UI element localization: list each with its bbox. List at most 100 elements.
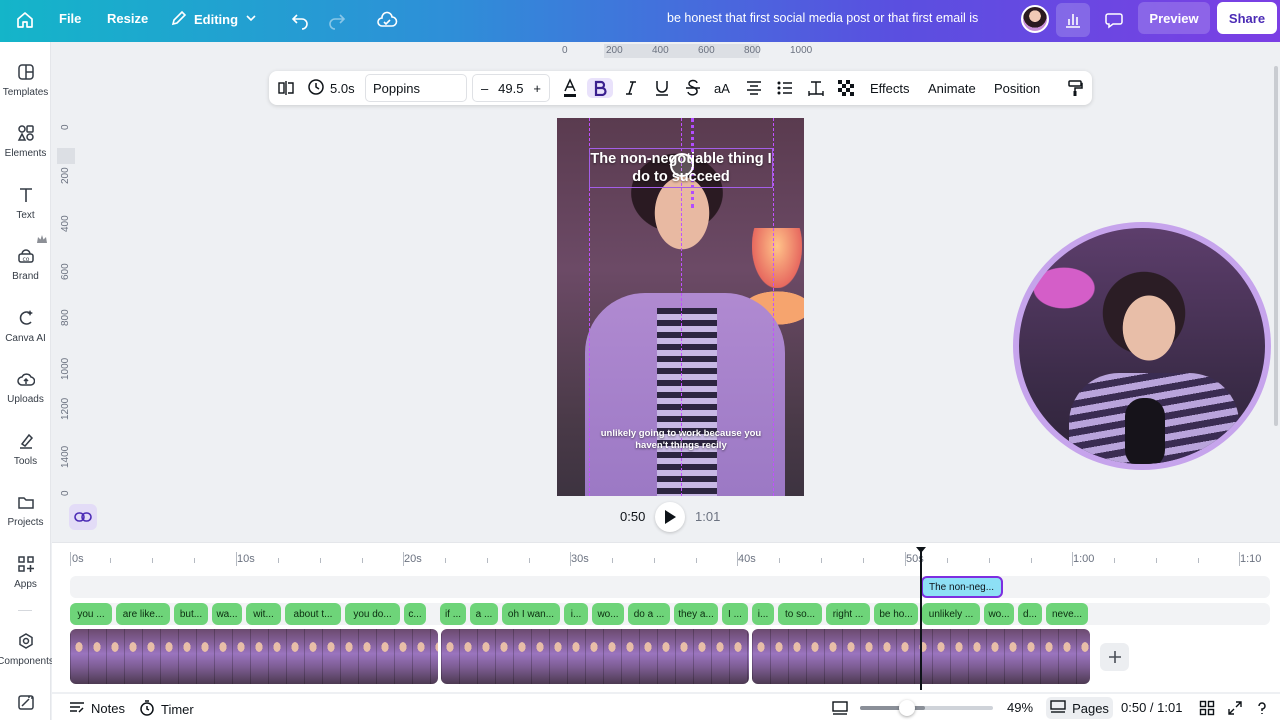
sidebar-item-tools[interactable]: Tools (0, 431, 51, 467)
caption-clip[interactable]: wo... (984, 603, 1014, 625)
increase-size-button[interactable]: + (533, 81, 541, 96)
caption-clip[interactable]: wa... (212, 603, 242, 625)
ruler-label: 0 (562, 45, 568, 56)
vertical-scrollbar[interactable] (1274, 66, 1278, 426)
preview-button[interactable]: Preview (1138, 2, 1210, 34)
caption-clip[interactable]: a ... (470, 603, 498, 625)
caption-clip[interactable]: I ... (722, 603, 748, 625)
redo-icon[interactable] (327, 10, 347, 30)
caption-clip[interactable]: about t... (285, 603, 341, 625)
caption-clip[interactable]: if ... (440, 603, 466, 625)
sidebar-item-text[interactable]: Text (0, 185, 51, 221)
comment-icon[interactable] (1097, 3, 1131, 37)
sidebar-item-label: Projects (7, 517, 44, 528)
caption-clip[interactable]: you do... (345, 603, 400, 625)
sidebar-item-magic[interactable] (0, 692, 51, 712)
zoom-slider-handle[interactable] (899, 700, 915, 716)
text-clip[interactable]: The non-neg... (921, 576, 1003, 598)
caption-clip[interactable]: d... (1018, 603, 1042, 625)
ruler-label: 600 (60, 263, 71, 280)
zoom-slider[interactable] (860, 706, 993, 710)
caption-clip[interactable]: they a... (674, 603, 718, 625)
playhead[interactable] (916, 547, 926, 690)
caption-clip[interactable]: i... (752, 603, 774, 625)
sidebar-item-templates[interactable]: Templates (0, 62, 51, 98)
fullscreen-icon[interactable] (1227, 700, 1243, 716)
caption-clip[interactable]: unlikely ... (922, 603, 980, 625)
sidebar-item-label: Templates (2, 87, 49, 98)
bold-icon[interactable] (587, 78, 613, 98)
page-view-icon[interactable] (831, 700, 849, 716)
video-clip[interactable] (70, 629, 438, 684)
align-center-icon[interactable] (745, 78, 763, 98)
magic-icon (16, 692, 36, 712)
sidebar-item-canva-ai[interactable]: Canva AI (0, 308, 51, 344)
sidebar-item-elements[interactable]: Elements (0, 123, 51, 159)
caption-clip[interactable]: neve... (1046, 603, 1088, 625)
share-button[interactable]: Share (1217, 2, 1277, 34)
caption-clip[interactable]: do a ... (628, 603, 670, 625)
caption-clip[interactable]: be ho... (874, 603, 918, 625)
caption-clip[interactable]: c... (404, 603, 426, 625)
caption-clip[interactable]: to so... (778, 603, 822, 625)
sidebar-item-components[interactable]: Components (0, 631, 54, 667)
home-icon[interactable] (14, 9, 36, 31)
animate-button[interactable]: Animate (928, 78, 976, 98)
text-track[interactable] (70, 576, 1270, 598)
list-icon[interactable] (776, 78, 794, 98)
caption-clip[interactable]: you ... (70, 603, 112, 625)
add-clip-button[interactable] (1100, 643, 1129, 671)
play-button[interactable] (655, 502, 685, 532)
letter-case-button[interactable]: aA (714, 78, 730, 98)
caption-clip[interactable]: wit... (246, 603, 281, 625)
caption-clip[interactable]: i... (564, 603, 588, 625)
spacing-icon[interactable] (807, 78, 825, 98)
notes-button[interactable]: Notes (69, 700, 125, 717)
avatar[interactable] (1021, 5, 1049, 33)
grid-view-icon[interactable] (1199, 700, 1215, 716)
cloud-saved-icon[interactable] (376, 9, 398, 31)
webcam-overlay[interactable] (1013, 222, 1271, 470)
video-clip[interactable] (441, 629, 749, 684)
design-title[interactable]: be honest that first social media post o… (667, 11, 978, 25)
decrease-size-button[interactable]: – (481, 81, 488, 96)
strikethrough-icon[interactable] (685, 78, 701, 98)
file-menu[interactable]: File (59, 11, 81, 26)
caption-clip[interactable]: oh I wan... (502, 603, 560, 625)
editing-mode-dropdown[interactable]: Editing (170, 9, 258, 30)
font-family-dropdown[interactable]: Poppins (365, 74, 467, 102)
caption-clip[interactable]: right ... (826, 603, 870, 625)
position-button[interactable]: Position (994, 78, 1040, 98)
flip-icon[interactable] (277, 78, 295, 98)
ruler-label: 600 (698, 45, 715, 56)
timeline-tick (1198, 558, 1199, 563)
sidebar-item-brand[interactable]: co Brand (0, 246, 51, 282)
design-canvas[interactable]: The non-negotiable thing I do to succeed… (557, 118, 804, 496)
canvas-caption-text[interactable]: unlikely going to work because you haven… (592, 428, 770, 452)
zoom-percent[interactable]: 49% (1007, 700, 1033, 715)
text-color-icon[interactable] (561, 78, 579, 98)
caption-clip[interactable]: are like... (116, 603, 170, 625)
caption-clip[interactable]: but... (174, 603, 208, 625)
transparency-icon[interactable] (837, 78, 855, 98)
undo-icon[interactable] (290, 10, 310, 30)
move-handle-icon[interactable] (670, 153, 694, 177)
link-icon[interactable] (69, 504, 97, 530)
duration-button[interactable]: 5.0s (307, 78, 355, 98)
sidebar-item-apps[interactable]: Apps (0, 554, 51, 590)
timeline-tick (821, 558, 822, 563)
italic-icon[interactable] (624, 78, 638, 98)
insights-icon[interactable] (1056, 3, 1090, 37)
pages-button[interactable]: Pages (1046, 697, 1113, 719)
font-size-input[interactable]: 49.5 (498, 81, 523, 96)
caption-clip[interactable]: wo... (592, 603, 624, 625)
sidebar-item-uploads[interactable]: Uploads (0, 369, 51, 405)
font-size-stepper[interactable]: – 49.5 + (472, 74, 550, 102)
sidebar-item-projects[interactable]: Projects (0, 492, 51, 528)
effects-button[interactable]: Effects (870, 78, 910, 98)
underline-icon[interactable] (654, 78, 670, 98)
copy-style-icon[interactable] (1067, 78, 1083, 98)
resize-button[interactable]: Resize (107, 11, 148, 26)
timer-button[interactable]: Timer (139, 700, 194, 719)
help-icon[interactable] (1254, 700, 1270, 716)
